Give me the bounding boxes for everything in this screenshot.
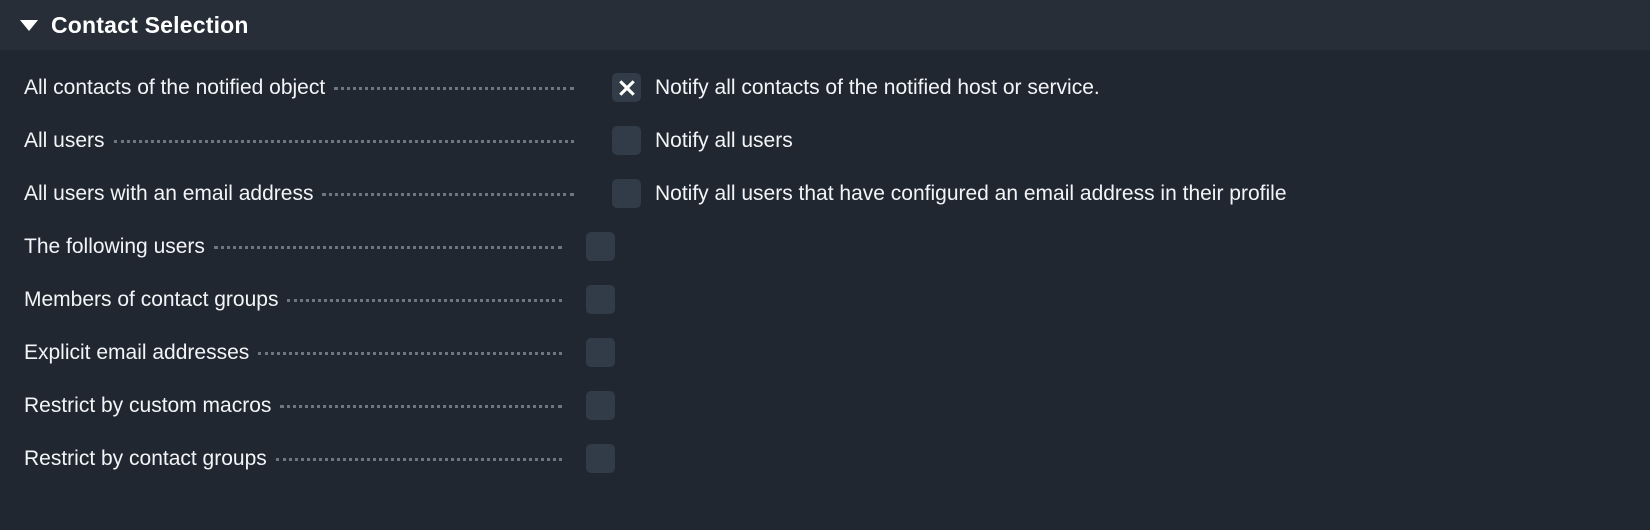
checkbox-all-contacts-of-notified-object[interactable] (612, 73, 641, 102)
checkbox-restrict-by-contact-groups[interactable] (586, 444, 615, 473)
row-label: All users (24, 128, 105, 152)
row-label: Explicit email addresses (24, 340, 250, 364)
row-label-cell: Restrict by custom macros (0, 394, 586, 418)
row-checkbox-slot (586, 232, 646, 261)
table-row: Restrict by contact groups (0, 432, 1650, 485)
row-label-cell: All contacts of the notified object (0, 76, 586, 100)
table-row: Restrict by custom macros (0, 379, 1650, 432)
row-label: Restrict by contact groups (24, 446, 267, 470)
row-label-cell: The following users (0, 235, 586, 259)
panel-header[interactable]: Contact Selection (0, 0, 1650, 50)
row-value-cell: Notify all contacts of the notified host… (586, 73, 1650, 102)
row-label-cell: Explicit email addresses (0, 341, 586, 365)
row-label-cell: All users (0, 129, 586, 153)
row-checkbox-slot (586, 338, 646, 367)
row-label: All users with an email address (24, 181, 314, 205)
page-title: Contact Selection (51, 11, 249, 38)
row-label: Restrict by custom macros (24, 393, 272, 417)
dotted-leader (258, 351, 562, 355)
row-value-text: Notify all users that have configured an… (655, 181, 1287, 205)
triangle-down-icon[interactable] (20, 19, 38, 31)
table-row: Members of contact groups (0, 273, 1650, 326)
row-label: The following users (24, 234, 205, 258)
dotted-leader (213, 245, 562, 249)
row-label-cell: Members of contact groups (0, 288, 586, 312)
row-checkbox-slot (586, 391, 646, 420)
row-label: Members of contact groups (24, 287, 279, 311)
table-row: All users Notify all users (0, 114, 1650, 167)
row-value-text: Notify all users (655, 128, 793, 152)
checkbox-all-users-with-email-address[interactable] (612, 179, 641, 208)
dotted-leader (322, 192, 574, 196)
checkbox-all-users[interactable] (612, 126, 641, 155)
checkbox-restrict-by-custom-macros[interactable] (586, 391, 615, 420)
dotted-leader (113, 139, 574, 143)
checkbox-explicit-email-addresses[interactable] (586, 338, 615, 367)
row-checkbox-slot (586, 444, 646, 473)
row-value-text: Notify all contacts of the notified host… (655, 75, 1100, 99)
contact-selection-form: All contacts of the notified object Noti… (0, 50, 1650, 485)
checkbox-members-of-contact-groups[interactable] (586, 285, 615, 314)
table-row: Explicit email addresses (0, 326, 1650, 379)
row-value-cell: Notify all users (586, 126, 1650, 155)
row-label-cell: Restrict by contact groups (0, 447, 586, 471)
row-value-cell: Notify all users that have configured an… (586, 179, 1650, 208)
row-label: All contacts of the notified object (24, 75, 326, 99)
checkbox-the-following-users[interactable] (586, 232, 615, 261)
dotted-leader (280, 404, 562, 408)
table-row: All contacts of the notified object Noti… (0, 61, 1650, 114)
dotted-leader (334, 86, 574, 90)
cross-mark-icon (618, 79, 635, 96)
dotted-leader (287, 298, 562, 302)
row-label-cell: All users with an email address (0, 182, 586, 206)
contact-selection-panel: Contact Selection All contacts of the no… (0, 0, 1650, 530)
table-row: The following users (0, 220, 1650, 273)
dotted-leader (275, 457, 562, 461)
row-checkbox-slot (586, 285, 646, 314)
table-row: All users with an email address Notify a… (0, 167, 1650, 220)
